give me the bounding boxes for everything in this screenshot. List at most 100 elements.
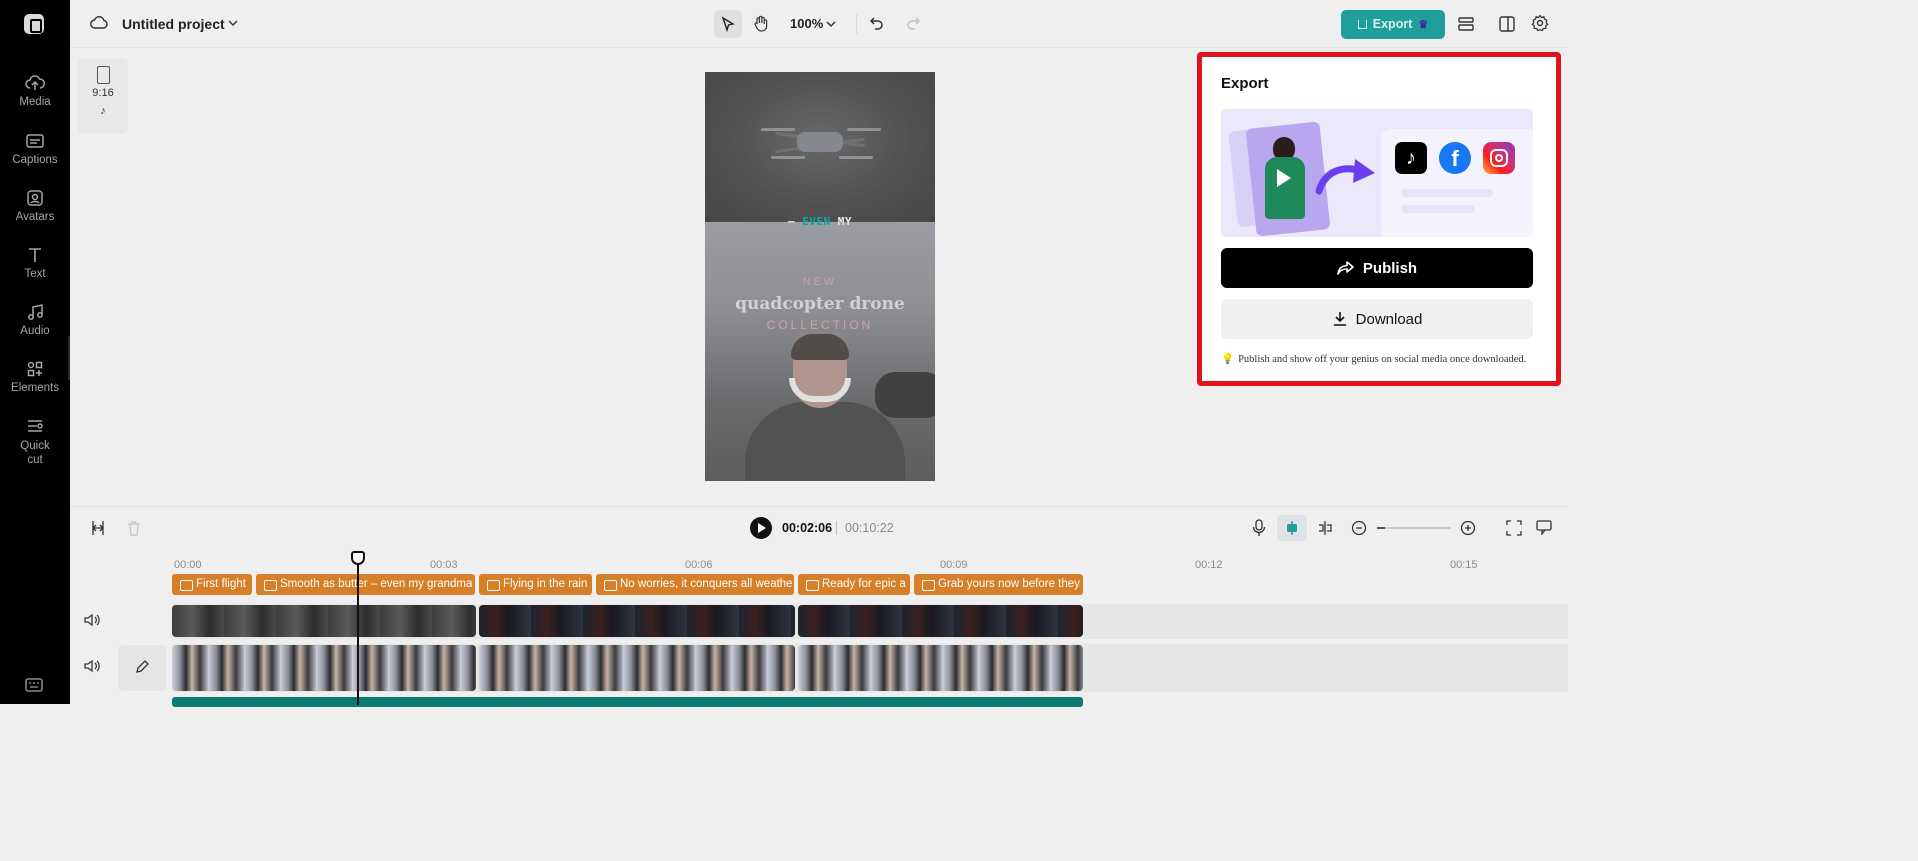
ruler-label: 00:03	[430, 559, 458, 571]
magnet-snap-icon	[1287, 521, 1297, 535]
video-track-1	[172, 604, 1568, 639]
video-caption[interactable]: – EVEN MY	[705, 215, 935, 228]
video-clip[interactable]	[172, 645, 476, 691]
export-button-label: Export	[1372, 17, 1413, 31]
ruler-label: 00:09	[940, 559, 968, 571]
microphone-icon[interactable]	[1252, 519, 1266, 537]
speaker-icon[interactable]	[84, 659, 100, 673]
placeholder-line	[1401, 205, 1475, 213]
ruler-label: 00:06	[685, 559, 713, 571]
publish-promo-illustration: ♪ f	[1221, 109, 1533, 237]
overlay-title-bottom[interactable]: COLLECTION	[705, 318, 935, 332]
download-button[interactable]: Download	[1221, 299, 1533, 339]
sidebar-item-media[interactable]: Media	[0, 74, 70, 108]
sidebar-item-label: Text	[24, 268, 46, 280]
caption-clip[interactable]: Grab yours now before they	[914, 574, 1083, 595]
placeholder-line	[1401, 189, 1493, 197]
video-clip[interactable]	[479, 645, 795, 691]
project-title[interactable]: Untitled project	[122, 16, 225, 32]
publish-button[interactable]: Publish	[1221, 248, 1533, 288]
sidebar-item-text[interactable]: Text	[0, 246, 70, 280]
pencil-icon	[136, 660, 149, 673]
play-button[interactable]	[750, 517, 772, 539]
captions-icon	[26, 134, 44, 148]
edit-track-button[interactable]	[118, 645, 166, 691]
fullscreen-icon[interactable]	[1506, 520, 1522, 536]
export-hint: 💡 Publish and show off your genius on soc…	[1221, 352, 1541, 365]
video-clip[interactable]	[798, 605, 1083, 637]
caption-clip[interactable]: First flight	[172, 574, 252, 595]
cloud-icon[interactable]	[90, 15, 108, 31]
upload-icon	[1357, 20, 1367, 29]
share-arrow-icon	[1337, 261, 1354, 275]
overlay-title-main[interactable]: quadcopter drone	[705, 294, 935, 314]
publish-button-label: Publish	[1362, 259, 1418, 277]
playhead-handle[interactable]	[351, 551, 365, 565]
aspect-ratio-label: 9:16	[92, 87, 114, 99]
playhead-line[interactable]	[357, 551, 359, 705]
crown-icon: ♛	[1418, 19, 1429, 31]
lightbulb-icon: 💡	[1221, 354, 1235, 365]
snap-toggle-button[interactable]	[1277, 515, 1307, 541]
overlay-title-top[interactable]: NEW	[705, 276, 935, 288]
undo-icon[interactable]	[869, 15, 885, 31]
facebook-icon: f	[1439, 142, 1471, 174]
caption-clip[interactable]: Smooth as butter – even my grandma	[256, 574, 475, 595]
layers-icon[interactable]	[1457, 15, 1475, 33]
zoom-level[interactable]: 100%	[790, 16, 823, 31]
sidebar-item-audio[interactable]: Audio	[0, 303, 70, 337]
select-tool-button[interactable]	[714, 10, 742, 38]
zoom-out-icon[interactable]	[1351, 520, 1367, 536]
video-clip[interactable]	[798, 645, 1083, 691]
hand-tool-icon[interactable]	[753, 15, 769, 33]
caption-pre: –	[787, 215, 803, 228]
sidebar-item-label: Audio	[20, 325, 50, 337]
divider	[836, 521, 837, 535]
split-icon[interactable]	[91, 520, 105, 536]
sidebar-item-captions[interactable]: Captions	[0, 132, 70, 166]
sidebar-item-elements[interactable]: Elements	[0, 360, 70, 394]
current-time: 00:02:06	[782, 521, 833, 535]
sidebar-item-label: Elements	[11, 382, 59, 394]
delete-icon[interactable]	[127, 520, 141, 536]
quick-cut-icon	[28, 420, 43, 432]
sidebar-item-quick-cut[interactable]: Quick cut	[0, 417, 70, 467]
divider	[856, 14, 857, 34]
aspect-ratio-card[interactable]: 9:16 ♪	[78, 58, 128, 134]
arrow-icon	[1315, 159, 1375, 195]
chevron-down-icon[interactable]	[826, 20, 836, 28]
sidebar-item-avatars[interactable]: Avatars	[0, 189, 70, 223]
top-bar: Untitled project 100% Export ♛	[70, 0, 1568, 48]
caption-clip[interactable]: Flying in the rain	[479, 574, 592, 595]
sidebar-item-label: Quick cut	[20, 440, 50, 466]
time-ruler[interactable]: 00:00 00:03 00:06 00:09 00:12 00:15	[70, 549, 1568, 577]
caption-clip[interactable]: Ready for epic a	[798, 574, 910, 595]
video-track-2	[172, 644, 1568, 692]
video-clip[interactable]	[172, 605, 476, 637]
play-icon	[1277, 169, 1291, 187]
keyboard-icon[interactable]	[25, 678, 43, 692]
speaker-icon[interactable]	[84, 613, 100, 627]
chevron-down-icon[interactable]	[228, 19, 238, 27]
timeline: 00:02:06 00:10:22 00:00 00:03 00:06 00:0…	[70, 506, 1568, 707]
audio-clip[interactable]	[172, 697, 1083, 707]
split-track-icon[interactable]	[1317, 520, 1333, 536]
comment-icon[interactable]	[1536, 519, 1552, 535]
video-preview[interactable]: – EVEN MY NEW quadcopter drone COLLECTIO…	[705, 72, 935, 481]
ruler-label: 00:15	[1450, 559, 1478, 571]
zoom-in-icon[interactable]	[1460, 520, 1476, 536]
layout-panel-icon[interactable]	[1498, 15, 1516, 33]
zoom-slider[interactable]	[1377, 527, 1451, 529]
settings-gear-icon[interactable]	[1531, 14, 1549, 32]
tiktok-small-icon: ♪	[100, 105, 106, 117]
download-icon	[1333, 312, 1346, 326]
video-clip[interactable]	[479, 605, 795, 637]
app-logo[interactable]	[24, 14, 44, 34]
export-panel: Export ♪ f Publish Download 💡 Publish and…	[1197, 52, 1561, 386]
music-note-icon	[28, 304, 43, 320]
model-dress	[1265, 157, 1305, 219]
redo-icon[interactable]	[905, 15, 921, 31]
export-button[interactable]: Export ♛	[1341, 10, 1445, 39]
sidebar-item-label: Captions	[12, 154, 58, 166]
caption-clip[interactable]: No worries, it conquers all weathe	[596, 574, 794, 595]
